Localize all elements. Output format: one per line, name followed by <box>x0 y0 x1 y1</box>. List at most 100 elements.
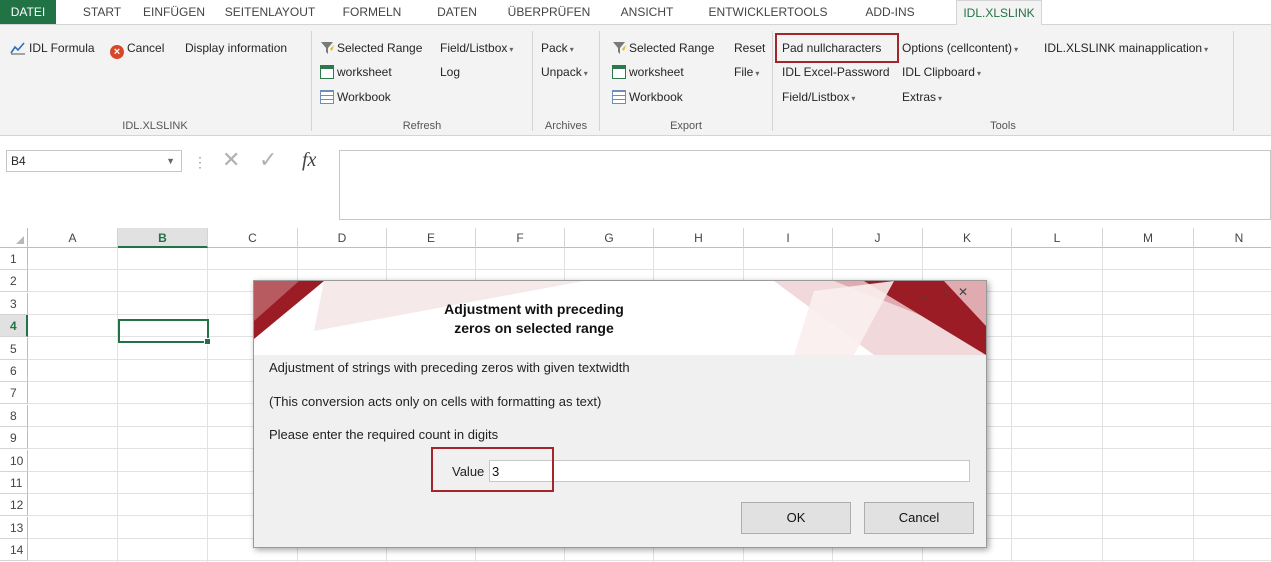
clipboard-dropdown[interactable]: IDL Clipboard ▾ <box>902 63 981 81</box>
column-header-b[interactable]: B <box>118 228 208 248</box>
row-header-7[interactable]: 7 <box>0 382 28 405</box>
workbook-icon <box>612 90 626 104</box>
dialog-title: Adjustment with preceding zeros on selec… <box>254 300 814 338</box>
close-icon[interactable]: ✕ <box>956 285 970 299</box>
chevron-down-icon: ▾ <box>509 45 514 54</box>
tools-field-listbox-dropdown[interactable]: Field/Listbox ▾ <box>782 88 855 106</box>
file-dropdown[interactable]: File ▾ <box>734 63 759 81</box>
tab-entwicklertools[interactable]: ENTWICKLERTOOLS <box>702 0 834 24</box>
refresh-selected-range-label: Selected Range <box>337 41 423 55</box>
column-header-j[interactable]: J <box>833 228 923 248</box>
options-cellcontent-dropdown[interactable]: Options (cellcontent) ▾ <box>902 39 1018 57</box>
fill-handle[interactable] <box>204 338 211 345</box>
cancel-dialog-button[interactable]: Cancel <box>864 502 974 534</box>
export-worksheet-label: worksheet <box>629 65 684 79</box>
idl-formula-label: IDL Formula <box>29 41 95 55</box>
idl-formula-button[interactable]: IDL Formula <box>10 39 95 57</box>
row-header-2[interactable]: 2 <box>0 270 28 293</box>
row-header-3[interactable]: 3 <box>0 292 28 315</box>
minimize-icon[interactable]: _ <box>916 285 930 299</box>
export-selected-range-button[interactable]: Selected Range <box>612 39 714 57</box>
unpack-label: Unpack <box>541 65 582 79</box>
refresh-workbook-button[interactable]: Workbook <box>320 88 391 106</box>
group-label-tools: Tools <box>990 120 1016 132</box>
row-header-12[interactable]: 12 <box>0 494 28 517</box>
options-cellcontent-label: Options (cellcontent) <box>902 41 1013 55</box>
cancel-button[interactable]: × Cancel <box>110 39 165 59</box>
cancel-entry-icon[interactable]: ✕ <box>222 148 240 172</box>
insert-function-icon[interactable]: fx <box>302 148 316 172</box>
column-header-n[interactable]: N <box>1194 228 1271 248</box>
excel-password-button[interactable]: IDL Excel-Password <box>782 63 890 81</box>
column-header-f[interactable]: F <box>476 228 565 248</box>
column-header-a[interactable]: A <box>28 228 118 248</box>
refresh-worksheet-button[interactable]: worksheet <box>320 63 392 81</box>
column-header-k[interactable]: K <box>923 228 1012 248</box>
column-header-c[interactable]: C <box>208 228 298 248</box>
tab-einfuegen[interactable]: EINFÜGEN <box>140 0 208 24</box>
row-header-13[interactable]: 13 <box>0 516 28 539</box>
column-header-e[interactable]: E <box>387 228 476 248</box>
row-header-8[interactable]: 8 <box>0 404 28 427</box>
chevron-down-icon: ▾ <box>938 94 943 103</box>
chart-icon <box>10 42 25 55</box>
display-information-button[interactable]: Display information <box>185 39 287 57</box>
tab-add-ins[interactable]: ADD-INS <box>852 0 928 24</box>
tab-datei[interactable]: DATEI <box>0 0 56 24</box>
value-input[interactable] <box>489 460 970 482</box>
refresh-selected-range-button[interactable]: Selected Range <box>320 39 422 57</box>
row-header-6[interactable]: 6 <box>0 360 28 382</box>
column-header-h[interactable]: H <box>654 228 744 248</box>
name-box[interactable]: B4 ▼ <box>6 150 182 172</box>
row-header-4[interactable]: 4 <box>0 315 28 338</box>
tab-idl-xlslink[interactable]: IDL.XLSLINK <box>956 0 1042 25</box>
column-header-g[interactable]: G <box>565 228 654 248</box>
ok-button[interactable]: OK <box>741 502 851 534</box>
reset-button[interactable]: Reset <box>734 39 765 57</box>
maximize-icon[interactable]: □ <box>936 285 950 299</box>
row-header-5[interactable]: 5 <box>0 337 28 360</box>
row-header-14[interactable]: 14 <box>0 539 28 562</box>
row-gridline <box>28 269 1271 270</box>
tab-ansicht[interactable]: ANSICHT <box>612 0 682 24</box>
mainapplication-dropdown[interactable]: IDL.XLSLINK mainapplication ▾ <box>1044 39 1208 57</box>
tab-daten[interactable]: DATEN <box>428 0 486 24</box>
export-workbook-button[interactable]: Workbook <box>612 88 683 106</box>
row-header-10[interactable]: 10 <box>0 449 28 472</box>
row-header-11[interactable]: 11 <box>0 472 28 494</box>
column-header-m[interactable]: M <box>1103 228 1194 248</box>
group-separator <box>1233 31 1234 131</box>
tab-ueberpruefen[interactable]: ÜBERPRÜFEN <box>506 0 592 24</box>
refresh-field-listbox-dropdown[interactable]: Field/Listbox ▾ <box>440 39 513 57</box>
refresh-workbook-label: Workbook <box>337 90 391 104</box>
tab-seitenlayout[interactable]: SEITENLAYOUT <box>220 0 320 24</box>
enter-entry-icon[interactable]: ✓ <box>259 148 277 172</box>
pack-dropdown[interactable]: Pack ▾ <box>541 39 574 57</box>
pack-label: Pack <box>541 41 568 55</box>
file-label: File <box>734 65 754 79</box>
mainapplication-label: IDL.XLSLINK mainapplication <box>1044 41 1203 55</box>
tab-start[interactable]: START <box>76 0 128 24</box>
tab-formeln[interactable]: FORMELN <box>340 0 404 24</box>
adjustment-dialog: Adjustment with preceding zeros on selec… <box>253 280 987 548</box>
cancel-label: Cancel <box>127 41 165 55</box>
extras-dropdown[interactable]: Extras ▾ <box>902 88 942 106</box>
active-cell[interactable] <box>118 319 211 345</box>
drag-handle-icon[interactable]: ⋮ <box>193 150 207 174</box>
chevron-down-icon[interactable]: ▼ <box>166 151 175 171</box>
worksheet-icon <box>612 65 626 79</box>
extras-label: Extras <box>902 90 937 104</box>
funnel-icon <box>613 42 626 54</box>
column-header-l[interactable]: L <box>1012 228 1103 248</box>
row-header-9[interactable]: 9 <box>0 427 28 450</box>
chevron-down-icon: ▾ <box>976 69 981 78</box>
select-all-button[interactable] <box>0 228 28 248</box>
refresh-log-button[interactable]: Log <box>440 63 460 81</box>
export-worksheet-button[interactable]: worksheet <box>612 63 684 81</box>
column-header-i[interactable]: I <box>744 228 833 248</box>
row-header-1[interactable]: 1 <box>0 248 28 270</box>
unpack-dropdown[interactable]: Unpack ▾ <box>541 63 588 81</box>
formula-input[interactable] <box>339 150 1271 220</box>
column-header-d[interactable]: D <box>298 228 387 248</box>
highlight-box <box>775 33 899 63</box>
